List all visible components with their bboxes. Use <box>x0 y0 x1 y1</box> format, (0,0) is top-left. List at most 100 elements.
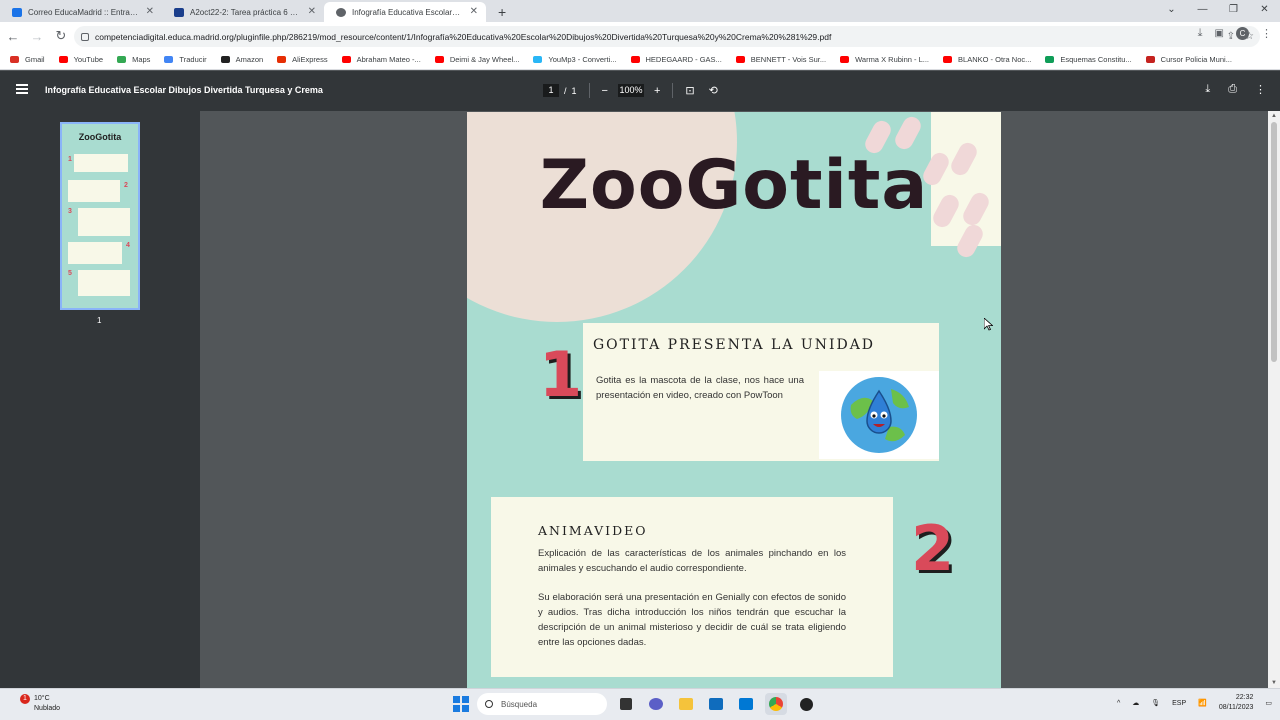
more-icon[interactable]: ⋮ <box>1255 83 1266 96</box>
avatar[interactable]: C <box>1236 27 1249 40</box>
tab-correo[interactable]: Correo EducaMadrid :: Entrada ✕ <box>0 2 162 22</box>
section-body: Explicación de las características de lo… <box>538 548 846 574</box>
page-separator: / <box>564 85 567 96</box>
tab-tarea[interactable]: A2oct22-2: Tarea práctica 6 - Ni ✕ <box>162 2 324 22</box>
bookmark-item[interactable]: Deimi & Jay Wheel... <box>434 55 520 64</box>
rotate-icon[interactable]: ⟲ <box>709 84 718 97</box>
app-icon[interactable] <box>795 693 817 715</box>
download-icon[interactable]: ⤓ <box>1205 83 1210 96</box>
weather-condition: Nublado <box>34 705 61 712</box>
language-indicator[interactable]: ESP <box>1172 700 1186 707</box>
tab-label: A2oct22-2: Tarea práctica 6 - Ni <box>190 7 300 17</box>
scroll-up-icon[interactable]: ▲ <box>1271 113 1277 119</box>
thumbnail-sidebar: ZooGotita 1 2 3 4 5 1 <box>0 111 200 688</box>
mail-icon <box>12 8 22 17</box>
fit-page-icon[interactable]: ⊡ <box>685 84 694 97</box>
bookmark-item[interactable]: Cursor Policia Muni... <box>1145 55 1232 64</box>
bookmark-item[interactable]: Amazon <box>220 55 263 64</box>
close-icon[interactable]: ✕ <box>470 6 478 18</box>
chevron-down-icon[interactable]: ⌄ <box>1156 0 1187 20</box>
clock-date: 08/11/2023 <box>1218 704 1254 711</box>
viewer-scrollbar[interactable]: ▲ ▼ <box>1268 111 1280 688</box>
restore-button[interactable]: ❐ <box>1218 0 1249 20</box>
page-number-input[interactable]: 1 <box>543 84 559 97</box>
chrome-icon[interactable] <box>765 693 787 715</box>
sidepanel-icon[interactable]: ▣ <box>1215 28 1224 39</box>
scrollbar-thumb[interactable] <box>1271 122 1277 362</box>
bookmark-item[interactable]: AliExpress <box>277 55 328 64</box>
task-view-icon[interactable] <box>615 693 637 715</box>
menu-icon[interactable] <box>16 84 28 94</box>
page-total: 1 <box>571 85 577 96</box>
more-icon[interactable]: ⋮ <box>1261 27 1272 40</box>
zoom-in-button[interactable]: + <box>654 85 660 97</box>
section-body: Su elaboración será una presentación en … <box>538 592 846 648</box>
weather-widget[interactable]: 1 10°C Nublado <box>18 694 60 714</box>
windows-start-icon[interactable] <box>453 696 469 712</box>
bookmark-icon <box>10 56 19 63</box>
bookmark-icon <box>533 56 543 63</box>
tab-infografia[interactable]: Infografía Educativa Escolar Dib ✕ <box>324 2 486 22</box>
section-number: 1 <box>539 338 583 411</box>
forward-button[interactable]: → <box>26 29 48 44</box>
close-window-button[interactable]: ✕ <box>1249 0 1280 20</box>
file-explorer-icon[interactable] <box>675 693 697 715</box>
print-icon[interactable]: ⎙ <box>1228 83 1237 96</box>
system-tray: ^ ☁ 🎙 ESP 📶 22:32 08/11/2023 ▭ <box>1117 693 1272 713</box>
bookmark-item[interactable]: Gmail <box>10 55 45 64</box>
notifications-icon[interactable]: ▭ <box>1265 699 1272 707</box>
bookmark-icon <box>164 56 174 63</box>
taskbar-apps: Búsqueda <box>453 693 817 715</box>
bookmark-item[interactable]: HEDEGAARD - GAS... <box>630 55 722 64</box>
bookmark-item[interactable]: Abraham Mateo -... <box>341 55 421 64</box>
taskbar-search[interactable]: Búsqueda <box>477 693 607 715</box>
bookmark-icon <box>943 56 953 63</box>
browser-toolbar: ← → ↻ competenciadigital.educa.madrid.or… <box>0 22 1280 50</box>
reload-button[interactable]: ↻ <box>50 28 72 44</box>
bookmark-label: Maps <box>132 55 151 64</box>
thumbnail-number: 5 <box>68 270 72 277</box>
microphone-icon[interactable]: 🎙 <box>1151 699 1160 707</box>
pdf-viewer[interactable]: ZooGotita 1 GOTITA PRESENTA LA UNIDAD Go… <box>200 111 1268 688</box>
bookmark-item[interactable]: YouTube <box>58 55 103 64</box>
mail-icon[interactable] <box>735 693 757 715</box>
minimize-button[interactable]: — <box>1187 0 1218 20</box>
chevron-up-icon[interactable]: ^ <box>1117 700 1120 707</box>
download-icon[interactable]: ⤓ <box>1198 27 1203 40</box>
taskbar: 1 10°C Nublado Búsqueda ^ ☁ 🎙 ESP 📶 22:3… <box>0 688 1280 720</box>
scroll-down-icon[interactable]: ▼ <box>1271 680 1277 686</box>
infographic-title: ZooGotita <box>539 146 929 225</box>
store-icon[interactable] <box>705 693 727 715</box>
new-tab-button[interactable]: + <box>498 2 506 22</box>
clock[interactable]: 22:32 08/11/2023 <box>1219 693 1254 713</box>
bookmark-icon <box>341 56 351 63</box>
bookmark-item[interactable]: Maps <box>117 55 150 64</box>
bookmark-item[interactable]: YouMp3 - Converti... <box>533 55 617 64</box>
thumbnail-card <box>68 242 122 264</box>
page-thumbnail[interactable]: ZooGotita 1 2 3 4 5 <box>60 122 140 310</box>
address-bar[interactable]: competenciadigital.educa.madrid.org/plug… <box>74 26 1260 47</box>
bookmark-label: Deimi & Jay Wheel... <box>449 55 520 64</box>
back-button[interactable]: ← <box>2 29 24 44</box>
lock-icon[interactable] <box>81 32 89 41</box>
pdf-toolbar: Infografía Educativa Escolar Dibujos Div… <box>0 71 1280 111</box>
globe-icon <box>336 8 346 17</box>
bookmark-item[interactable]: Traducir <box>164 55 207 64</box>
search-placeholder: Búsqueda <box>501 699 538 709</box>
url-text[interactable]: competenciadigital.educa.madrid.org/plug… <box>95 32 1115 42</box>
chat-icon[interactable] <box>645 693 667 715</box>
bookmark-label: Gmail <box>25 55 45 64</box>
zoom-out-button[interactable]: − <box>602 85 608 97</box>
close-icon[interactable]: ✕ <box>146 6 154 18</box>
bookmark-item[interactable]: Warma X Rubinn - L... <box>840 55 929 64</box>
tab-label: Infografía Educativa Escolar Dib <box>352 7 462 17</box>
bookmark-label: Traducir <box>179 55 207 64</box>
network-icon[interactable]: ☁ <box>1132 699 1139 707</box>
bookmark-item[interactable]: BENNETT - Vois Sur... <box>735 55 826 64</box>
close-icon[interactable]: ✕ <box>308 6 316 18</box>
bookmark-item[interactable]: Esquemas Constitu... <box>1045 55 1132 64</box>
bookmark-item[interactable]: BLANKO - Otra Noc... <box>943 55 1031 64</box>
thumbnail-number: 3 <box>68 208 72 215</box>
wifi-icon[interactable]: 📶 <box>1198 699 1207 707</box>
zoom-input[interactable]: 100% <box>617 84 644 97</box>
